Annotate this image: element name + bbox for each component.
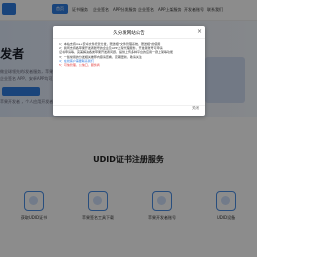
modal-footer-divider (53, 105, 205, 106)
modal-body: 1：本站支持ios+安卓文件托管分发，赠送相"文件管理系统，赠送相"的使用 2：… (59, 42, 199, 67)
modal-highlight-line: 5：可信管理，公信口，服务商 (59, 63, 100, 68)
modal-divider (53, 38, 205, 39)
close-icon[interactable]: × (197, 28, 202, 35)
announcement-modal: 久分发网站公告 × 1：本站支持ios+安卓文件托管分发，赠送相"文件管理系统，… (53, 26, 205, 116)
modal-title: 久分发网站公告 (113, 31, 145, 36)
modal-close-button[interactable]: 关闭 (192, 106, 199, 111)
